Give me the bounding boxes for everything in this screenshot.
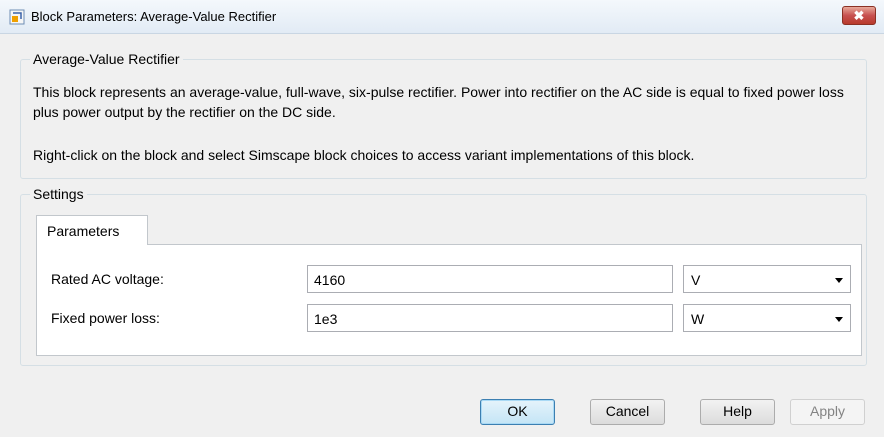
parameters-panel: Rated AC voltage: 4160 V Fixed power los… — [36, 244, 862, 356]
help-button[interactable]: Help — [700, 399, 775, 425]
tab-parameters[interactable]: Parameters — [36, 215, 148, 245]
rated-ac-voltage-label: Rated AC voltage: — [51, 271, 164, 287]
variant-hint-text: Right-click on the block and select Sims… — [33, 147, 695, 163]
param-row-fixed-power-loss: Fixed power loss: 1e3 W — [51, 304, 851, 332]
title-bar: Block Parameters: Average-Value Rectifie… — [0, 0, 884, 34]
ok-button[interactable]: OK — [480, 399, 555, 425]
rated-ac-voltage-input[interactable]: 4160 — [307, 265, 673, 293]
fixed-power-loss-unit-select[interactable]: W — [683, 304, 851, 332]
fixed-power-loss-label: Fixed power loss: — [51, 310, 160, 326]
fixed-power-loss-unit: W — [691, 311, 705, 327]
window-title: Block Parameters: Average-Value Rectifie… — [31, 9, 277, 24]
apply-button[interactable]: Apply — [790, 399, 865, 425]
description-text: This block represents an average-value, … — [33, 84, 844, 120]
chevron-down-icon — [835, 278, 843, 283]
close-button[interactable]: ✖ — [842, 6, 876, 25]
block-icon — [9, 9, 25, 25]
chevron-down-icon — [835, 317, 843, 322]
rated-ac-voltage-unit-select[interactable]: V — [683, 265, 851, 293]
param-row-rated-ac-voltage: Rated AC voltage: 4160 V — [51, 265, 851, 293]
settings-group-label: Settings — [33, 186, 84, 202]
description-group-label: Average-Value Rectifier — [33, 51, 180, 67]
rated-ac-voltage-unit: V — [691, 272, 701, 288]
fixed-power-loss-input[interactable]: 1e3 — [307, 304, 673, 332]
cancel-button[interactable]: Cancel — [590, 399, 665, 425]
